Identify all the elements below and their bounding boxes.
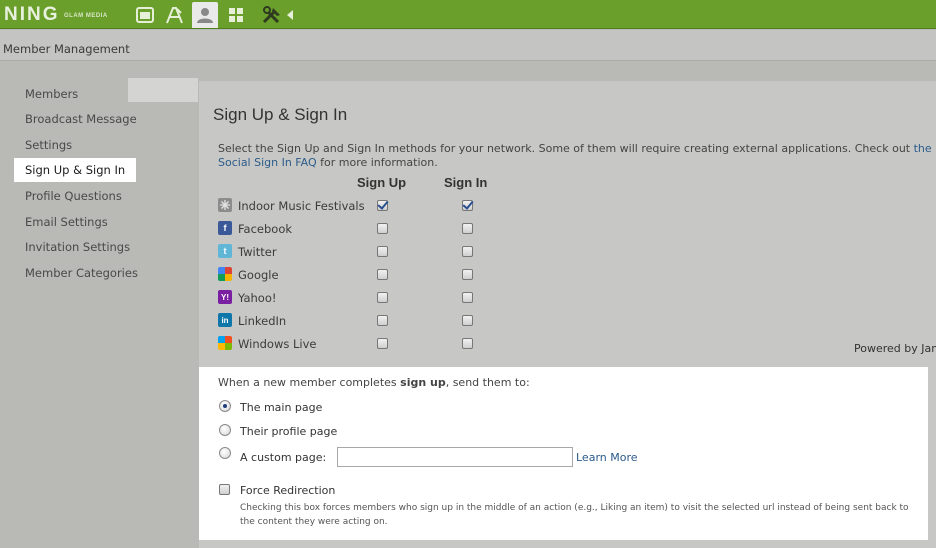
section-title: Member Management (3, 42, 130, 56)
signin-checkbox-indoor-music-festivals[interactable] (462, 200, 473, 211)
force-redirection-description: Checking this box forces members who sig… (240, 503, 909, 527)
radio-label-main-page[interactable]: The main page (240, 401, 322, 414)
provider-label: Yahoo! (238, 291, 277, 305)
signup-redirect-section: When a new member completes sign up, sen… (199, 367, 928, 540)
signup-checkbox-twitter[interactable] (377, 246, 388, 257)
sidebar-item-members[interactable]: Members (14, 82, 89, 106)
signin-checkbox-twitter[interactable] (462, 246, 473, 257)
column-header-sign-in: Sign In (444, 175, 488, 190)
windows-live-icon (218, 336, 232, 350)
provider-label: Google (238, 268, 279, 282)
sidebar-active-highlight (128, 78, 198, 102)
signin-checkbox-facebook[interactable] (462, 223, 473, 234)
signup-checkbox-facebook[interactable] (377, 223, 388, 234)
tools-icon[interactable] (261, 4, 283, 25)
sidebar-item-member-categories[interactable]: Member Categories (14, 261, 149, 285)
force-redirection-label[interactable]: Force Redirection (240, 484, 335, 497)
provider-row-google: Google (218, 265, 518, 285)
ning-logo[interactable]: NING (4, 4, 60, 26)
radio-profile-page[interactable] (219, 424, 231, 436)
provider-row-indoor-music-festivals: Indoor Music Festivals (218, 196, 518, 216)
learn-more-link[interactable]: Learn More (576, 451, 638, 464)
appearance-icon[interactable] (163, 4, 185, 25)
twitter-icon: t (218, 244, 232, 258)
powered-by-text: Powered by Jan (854, 342, 936, 355)
signin-checkbox-linkedin[interactable] (462, 315, 473, 326)
sidebar-item-email-settings[interactable]: Email Settings (14, 210, 119, 234)
signup-checkbox-indoor-music-festivals[interactable] (377, 200, 388, 211)
top-bar: NING GLAM MEDIA (0, 0, 936, 29)
sidebar-item-invitation-settings[interactable]: Invitation Settings (14, 235, 141, 259)
page-title: Sign Up & Sign In (213, 105, 348, 124)
page-description: Select the Sign Up and Sign In methods f… (218, 142, 932, 169)
radio-label-profile-page[interactable]: Their profile page (240, 425, 337, 438)
grid-icon[interactable] (225, 4, 247, 25)
provider-row-linkedin: in LinkedIn (218, 311, 518, 331)
radio-custom-page[interactable] (219, 447, 231, 459)
provider-label: LinkedIn (238, 314, 287, 328)
signup-checkbox-windows-live[interactable] (377, 338, 388, 349)
provider-label: Twitter (238, 245, 277, 259)
signin-checkbox-yahoo[interactable] (462, 292, 473, 303)
google-icon (218, 267, 232, 281)
signup-checkbox-yahoo[interactable] (377, 292, 388, 303)
facebook-icon: f (218, 221, 232, 235)
logo-subtitle: GLAM MEDIA (64, 13, 108, 19)
arrow-left-icon[interactable] (285, 4, 295, 25)
provider-row-yahoo: Y! Yahoo! (218, 288, 518, 308)
provider-row-twitter: t Twitter (218, 242, 518, 262)
force-redirection-checkbox[interactable] (219, 484, 230, 495)
sidebar-item-broadcast-message[interactable]: Broadcast Message (14, 107, 148, 131)
signin-checkbox-google[interactable] (462, 269, 473, 280)
redirect-intro: When a new member completes sign up, sen… (218, 376, 530, 389)
yahoo-icon: Y! (218, 290, 232, 304)
provider-row-windows-live: Windows Live (218, 334, 518, 354)
radio-main-page[interactable] (219, 400, 231, 412)
members-icon[interactable] (192, 2, 218, 28)
signup-checkbox-linkedin[interactable] (377, 315, 388, 326)
sidebar-item-sign-up-sign-in[interactable]: Sign Up & Sign In (14, 158, 137, 182)
signup-checkbox-google[interactable] (377, 269, 388, 280)
provider-row-facebook: f Facebook (218, 219, 518, 239)
window-icon[interactable] (134, 4, 156, 25)
section-header: Member Management (0, 30, 936, 61)
provider-label: Windows Live (238, 337, 317, 351)
linkedin-icon: in (218, 313, 232, 327)
custom-page-url-input[interactable] (337, 447, 573, 467)
provider-label: Facebook (238, 222, 293, 236)
network-icon (218, 198, 232, 212)
sidebar-item-profile-questions[interactable]: Profile Questions (14, 184, 133, 208)
provider-label: Indoor Music Festivals (238, 199, 365, 213)
sidebar-item-settings[interactable]: Settings (14, 133, 83, 157)
radio-label-custom-page[interactable]: A custom page: (240, 451, 326, 464)
signin-checkbox-windows-live[interactable] (462, 338, 473, 349)
column-header-sign-up: Sign Up (357, 175, 407, 190)
